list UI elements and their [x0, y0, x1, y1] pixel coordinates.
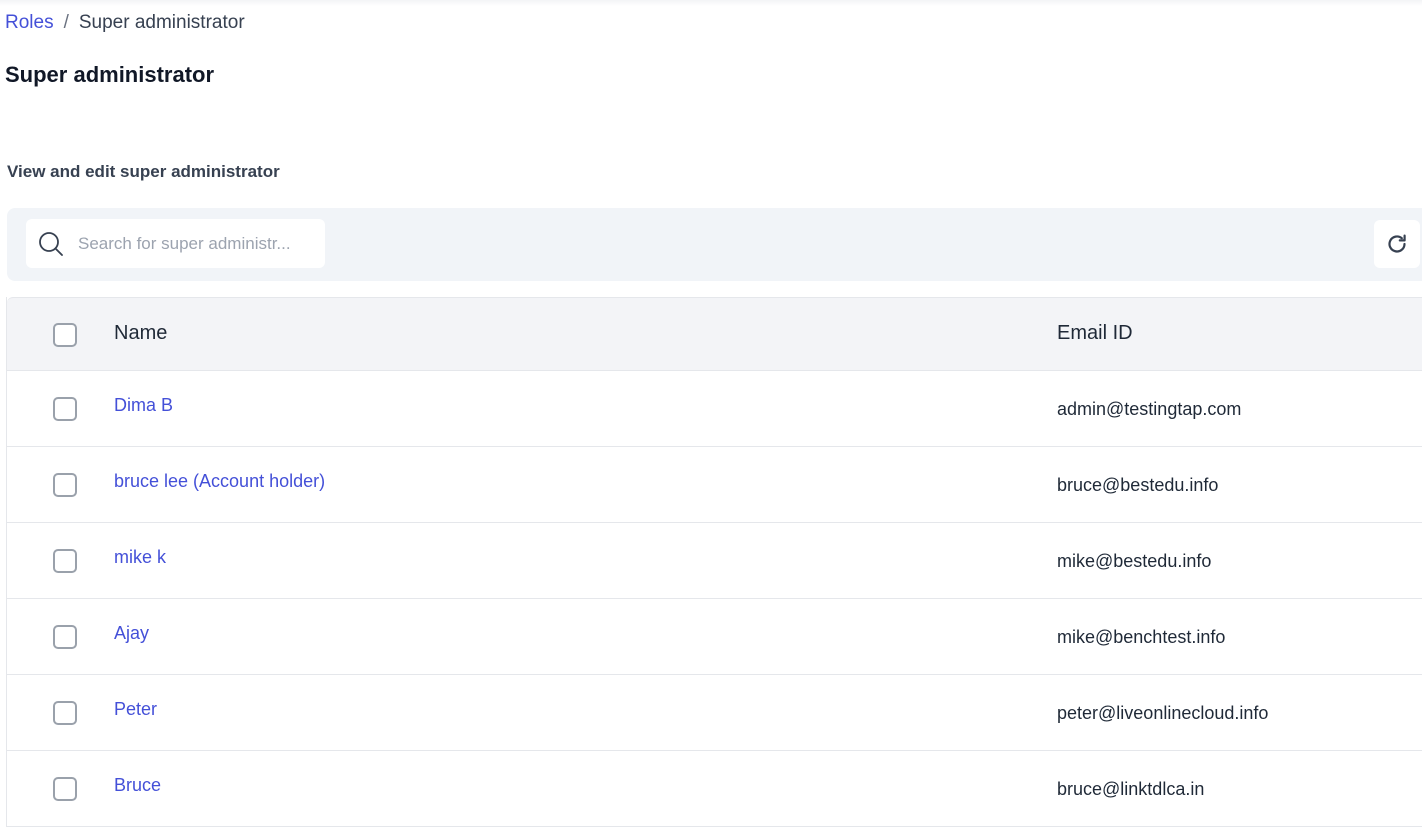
- table-row: Peter peter@liveonlinecloud.info: [7, 675, 1422, 751]
- row-checkbox[interactable]: [53, 701, 77, 725]
- column-header-email[interactable]: Email ID: [1057, 322, 1133, 345]
- search-input[interactable]: [78, 233, 318, 254]
- select-all-checkbox[interactable]: [53, 323, 77, 347]
- user-name-link[interactable]: Peter: [114, 699, 157, 720]
- user-email: admin@testingtap.com: [1057, 399, 1242, 419]
- table-toolbar: [7, 208, 1422, 281]
- refresh-icon: [1388, 234, 1406, 253]
- user-name-link[interactable]: mike k: [114, 547, 166, 568]
- section-subtitle: View and edit super administrator: [7, 162, 280, 181]
- top-edge-shadow: [0, 0, 1422, 6]
- row-checkbox[interactable]: [53, 473, 77, 497]
- breadcrumb-separator: /: [63, 12, 69, 33]
- breadcrumb: Roles / Super administrator: [5, 12, 245, 34]
- row-checkbox[interactable]: [53, 625, 77, 649]
- user-name-link[interactable]: Bruce: [114, 775, 161, 796]
- refresh-button[interactable]: [1374, 220, 1420, 268]
- column-header-name[interactable]: Name: [114, 322, 167, 345]
- row-checkbox[interactable]: [53, 549, 77, 573]
- table-row: bruce lee (Account holder) bruce@bestedu…: [7, 447, 1422, 523]
- user-email: bruce@linktdlca.in: [1057, 779, 1205, 799]
- user-name-link[interactable]: bruce lee (Account holder): [114, 471, 325, 492]
- search-icon: [39, 231, 63, 256]
- search-box[interactable]: [26, 219, 325, 268]
- table-row: Dima B admin@testingtap.com: [7, 371, 1422, 447]
- row-checkbox[interactable]: [53, 777, 77, 801]
- user-email: peter@liveonlinecloud.info: [1057, 703, 1269, 723]
- table-row: Ajay mike@benchtest.info: [7, 599, 1422, 675]
- breadcrumb-roles-link[interactable]: Roles: [5, 12, 54, 34]
- user-name-link[interactable]: Dima B: [114, 395, 173, 416]
- user-email: mike@bestedu.info: [1057, 551, 1212, 571]
- table-header: Name Email ID: [7, 297, 1422, 371]
- table-row: mike k mike@bestedu.info: [7, 523, 1422, 599]
- user-email: bruce@bestedu.info: [1057, 475, 1219, 495]
- user-email: mike@benchtest.info: [1057, 627, 1226, 647]
- super-admin-table: Name Email ID Dima B admin@testingtap.co…: [6, 297, 1422, 827]
- breadcrumb-current: Super administrator: [78, 12, 245, 33]
- table-row: Bruce bruce@linktdlca.in: [7, 751, 1422, 827]
- row-checkbox[interactable]: [53, 397, 77, 421]
- page-title: Super administrator: [5, 62, 215, 87]
- user-name-link[interactable]: Ajay: [114, 623, 149, 644]
